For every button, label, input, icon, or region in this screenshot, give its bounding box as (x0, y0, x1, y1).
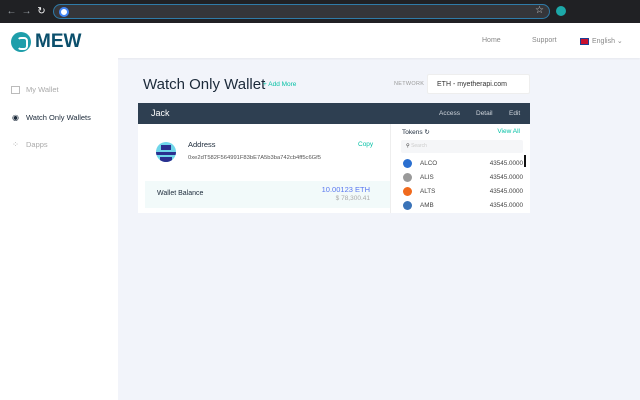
amb-token-icon (403, 201, 412, 210)
network-selector[interactable]: ETH - myetherapi.com (427, 74, 530, 94)
alis-token-icon (403, 173, 412, 182)
nav-home[interactable]: Home (482, 37, 501, 44)
nav-support[interactable]: Support (532, 37, 557, 44)
token-value: 43545.0000 (489, 174, 523, 181)
detail-button[interactable]: Detail (476, 110, 493, 117)
network-label: NETWORK (394, 81, 425, 87)
language-selector[interactable]: English ⌄ (580, 37, 623, 45)
token-value: 43545.0000 (489, 188, 523, 195)
wallet-icon (11, 85, 20, 94)
token-search-input[interactable]: ⚲ Search (401, 140, 523, 153)
mew-logo[interactable]: MEW (11, 31, 81, 53)
address-label: Address (188, 140, 216, 149)
page-title: Watch Only Wallet (143, 76, 266, 93)
balance-usd: $ 78,300.41 (335, 195, 370, 202)
wallet-card-header: Jack Access Detail Edit (138, 103, 530, 124)
sidebar-item-label: Watch Only Wallets (26, 113, 91, 122)
sidebar-item-dapps[interactable]: ⁘ Dapps (11, 140, 48, 149)
app-header: MEW Home Support English ⌄ (0, 23, 640, 58)
sidebar-item-my-wallet[interactable]: My Wallet (11, 85, 59, 94)
refresh-icon[interactable]: ↻ (424, 129, 429, 136)
token-row: AMB 43545.0000 (403, 200, 523, 212)
token-symbol: ALCO (420, 160, 438, 167)
wallet-balance: Wallet Balance 10.00123 ETH $ 78,300.41 (145, 181, 390, 208)
language-label: English (592, 38, 615, 45)
wallet-card: Address 0xe2dT582F564991F83bE7A5b3ba742c… (138, 124, 530, 213)
identicon-avatar (156, 142, 176, 162)
balance-label: Wallet Balance (157, 190, 204, 197)
wallet-address: 0xe2dT582F564991F83bE7A5b3ba742cb4ff5c6G… (188, 155, 322, 161)
token-symbol: ALIS (420, 174, 434, 181)
wallet-name: Jack (151, 108, 170, 118)
logo-icon (11, 32, 31, 52)
tokens-panel: Tokens ↻ View All ⚲ Search ALCO 43545.000… (390, 124, 530, 213)
token-row: ALTS 43545.0000 (403, 186, 523, 198)
tokens-title-label: Tokens (402, 129, 423, 136)
google-icon (59, 7, 69, 17)
address-bar[interactable]: ☆ (53, 4, 550, 19)
reload-icon[interactable]: ↻ (34, 6, 49, 17)
sidebar: My Wallet ◉ Watch Only Wallets ⁘ Dapps (0, 58, 118, 400)
access-button[interactable]: Access (439, 110, 460, 117)
bookmark-star-icon[interactable]: ☆ (535, 5, 544, 16)
token-value: 43545.0000 (489, 202, 523, 209)
search-icon: ⚲ (406, 143, 410, 149)
sidebar-item-watch-only-wallets[interactable]: ◉ Watch Only Wallets (11, 113, 91, 122)
grid-icon: ⁘ (12, 139, 19, 149)
eye-icon: ◉ (12, 112, 19, 122)
back-icon[interactable]: ← (4, 6, 19, 17)
token-list-scrollbar[interactable] (524, 155, 526, 167)
browser-toolbar: ← → ↻ ☆ (0, 0, 640, 23)
uk-flag-icon (580, 37, 589, 45)
view-all-link[interactable]: View All (497, 128, 520, 135)
token-symbol: ALTS (420, 188, 436, 195)
tokens-title: Tokens ↻ (402, 128, 430, 136)
alco-token-icon (403, 159, 412, 168)
token-row: ALIS 43545.0000 (403, 172, 523, 184)
sidebar-item-label: Dapps (26, 140, 48, 149)
token-row: ALCO 43545.0000 (403, 158, 523, 170)
edit-button[interactable]: Edit (509, 110, 520, 117)
token-symbol: AMB (420, 202, 434, 209)
forward-icon[interactable]: → (19, 6, 34, 17)
chevron-down-icon: ⌄ (616, 38, 623, 45)
copy-address-button[interactable]: Copy (358, 141, 373, 148)
alts-token-icon (403, 187, 412, 196)
search-placeholder: Search (411, 143, 427, 149)
add-more-link[interactable]: + Add More (263, 81, 296, 88)
token-value: 43545.0000 (489, 160, 523, 167)
brand-name: MEW (35, 31, 82, 52)
sidebar-item-label: My Wallet (26, 85, 59, 94)
balance-eth: 10.00123 ETH (321, 185, 370, 194)
extension-icon[interactable] (556, 6, 566, 16)
